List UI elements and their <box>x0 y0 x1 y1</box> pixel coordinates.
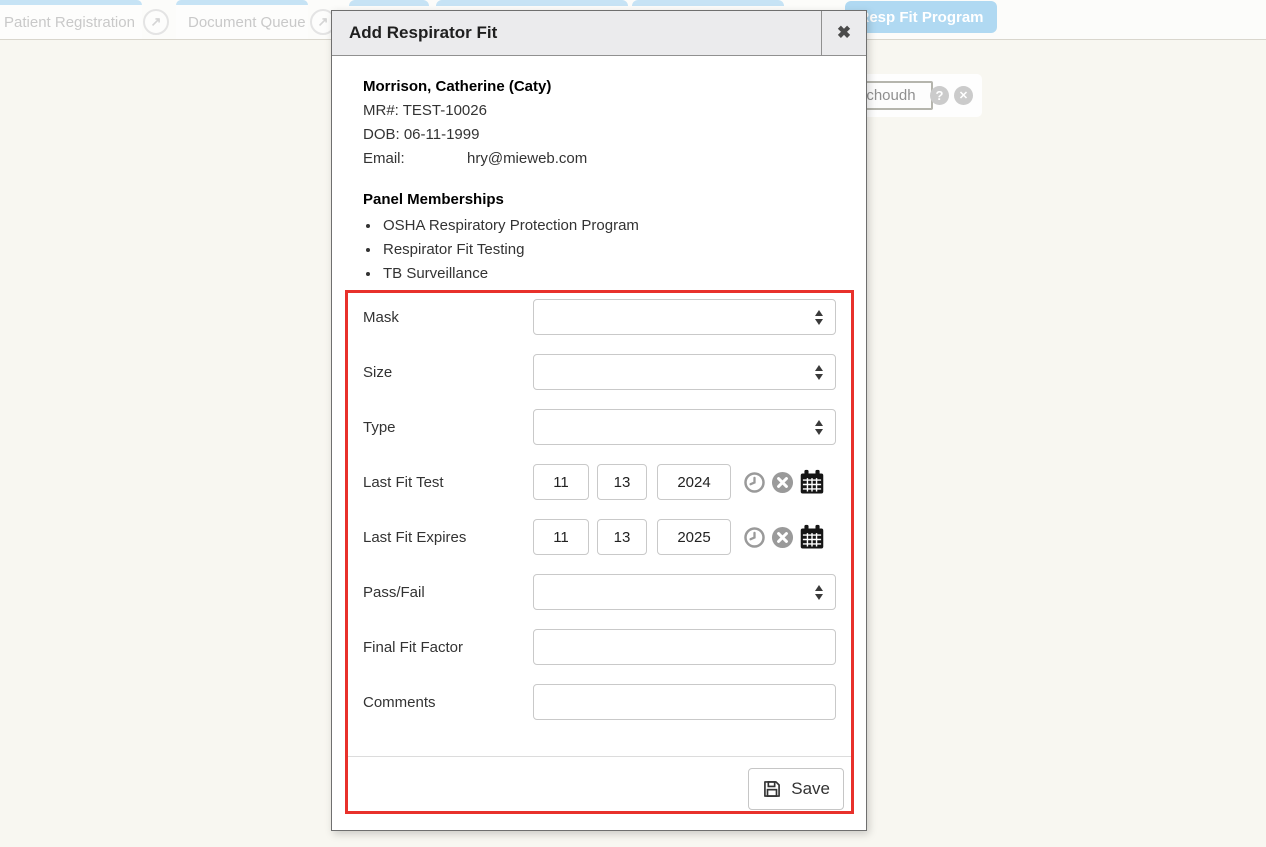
pass-fail-label: Pass/Fail <box>363 584 533 601</box>
help-glyph: ? <box>936 88 944 103</box>
hidden-tab-top[interactable] <box>436 0 628 6</box>
close-button[interactable]: ✖ <box>821 11 866 55</box>
comments-label: Comments <box>363 694 533 711</box>
pass-fail-select[interactable] <box>533 574 836 610</box>
hidden-tab-top[interactable] <box>349 0 429 6</box>
final-fit-factor-label: Final Fit Factor <box>363 639 533 656</box>
clear-date-icon[interactable] <box>771 526 794 549</box>
email-value: hry@mieweb.com <box>467 150 587 167</box>
clear-glyph: ✕ <box>959 89 968 102</box>
last-fit-test-label: Last Fit Test <box>363 474 533 491</box>
hidden-tab-top[interactable] <box>632 0 784 6</box>
form-row-size: Size <box>363 354 851 390</box>
tab-resp-fit-program[interactable]: Resp Fit Program <box>845 1 997 33</box>
panel-membership-item: TB Surveillance <box>381 262 866 286</box>
email-label: Email: <box>363 147 467 171</box>
final-fit-factor-input[interactable] <box>533 629 836 665</box>
last-fit-expires-label: Last Fit Expires <box>363 529 533 546</box>
panel-membership-item: OSHA Respiratory Protection Program <box>381 214 866 238</box>
last-fit-expires-month-input[interactable] <box>533 519 589 555</box>
clear-icon[interactable]: ✕ <box>954 86 973 105</box>
patient-info: Morrison, Catherine (Caty) MR#: TEST-100… <box>363 75 866 171</box>
patient-email-line: Email:hry@mieweb.com <box>363 147 866 171</box>
save-button-label: Save <box>791 779 830 799</box>
panel-memberships-list: OSHA Respiratory Protection Program Resp… <box>332 214 866 286</box>
mask-label: Mask <box>363 309 533 326</box>
save-disk-icon <box>762 779 782 799</box>
help-icon[interactable]: ? <box>930 86 949 105</box>
dialog-header: Add Respirator Fit ✖ <box>332 11 866 56</box>
form-row-type: Type <box>363 409 851 445</box>
patient-dob: DOB: 06-11-1999 <box>363 123 866 147</box>
select-arrows-icon <box>815 420 823 435</box>
dialog-footer: Save <box>348 757 851 810</box>
form-row-final-fit-factor: Final Fit Factor <box>363 629 851 665</box>
save-button[interactable]: Save <box>748 768 844 810</box>
panel-memberships-heading: Panel Memberships <box>363 188 866 212</box>
time-icon[interactable] <box>743 526 766 549</box>
patient-mr: MR#: TEST-10026 <box>363 99 866 123</box>
form-row-comments: Comments <box>363 684 851 720</box>
form-row-mask: Mask <box>363 299 851 335</box>
dialog-body: Morrison, Catherine (Caty) MR#: TEST-100… <box>332 56 866 814</box>
tab-document-queue[interactable]: Document Queue <box>176 0 308 39</box>
highlighted-form-region: Mask Size Type Last Fit Test <box>345 290 854 814</box>
arrow-glyph: ↗ <box>318 14 329 30</box>
last-fit-test-month-input[interactable] <box>533 464 589 500</box>
form-row-last-fit-expires: Last Fit Expires <box>363 519 851 555</box>
last-fit-test-year-input[interactable] <box>657 464 731 500</box>
arrow-glyph: ↗ <box>151 14 162 30</box>
close-icon: ✖ <box>837 23 851 43</box>
dialog-title: Add Respirator Fit <box>332 11 821 55</box>
time-icon[interactable] <box>743 471 766 494</box>
comments-input[interactable] <box>533 684 836 720</box>
form-row-pass-fail: Pass/Fail <box>363 574 851 610</box>
tab-label: Patient Registration <box>0 5 142 31</box>
last-fit-test-day-input[interactable] <box>597 464 647 500</box>
tab-patient-registration[interactable]: Patient Registration <box>0 0 142 39</box>
add-respirator-fit-dialog: Add Respirator Fit ✖ Morrison, Catherine… <box>331 10 867 831</box>
type-select[interactable] <box>533 409 836 445</box>
calendar-icon[interactable] <box>799 469 825 495</box>
clear-date-icon[interactable] <box>771 471 794 494</box>
size-select[interactable] <box>533 354 836 390</box>
tab-label: Resp Fit Program <box>858 9 983 26</box>
open-new-window-icon[interactable]: ↗ <box>143 9 169 35</box>
patient-name: Morrison, Catherine (Caty) <box>363 75 866 99</box>
mask-select[interactable] <box>533 299 836 335</box>
select-arrows-icon <box>815 585 823 600</box>
form-row-last-fit-test: Last Fit Test <box>363 464 851 500</box>
last-fit-expires-day-input[interactable] <box>597 519 647 555</box>
size-label: Size <box>363 364 533 381</box>
tab-label: Document Queue <box>176 5 308 31</box>
type-label: Type <box>363 419 533 436</box>
last-fit-expires-year-input[interactable] <box>657 519 731 555</box>
panel-membership-item: Respirator Fit Testing <box>381 238 866 262</box>
select-arrows-icon <box>815 365 823 380</box>
select-arrows-icon <box>815 310 823 325</box>
calendar-icon[interactable] <box>799 524 825 550</box>
